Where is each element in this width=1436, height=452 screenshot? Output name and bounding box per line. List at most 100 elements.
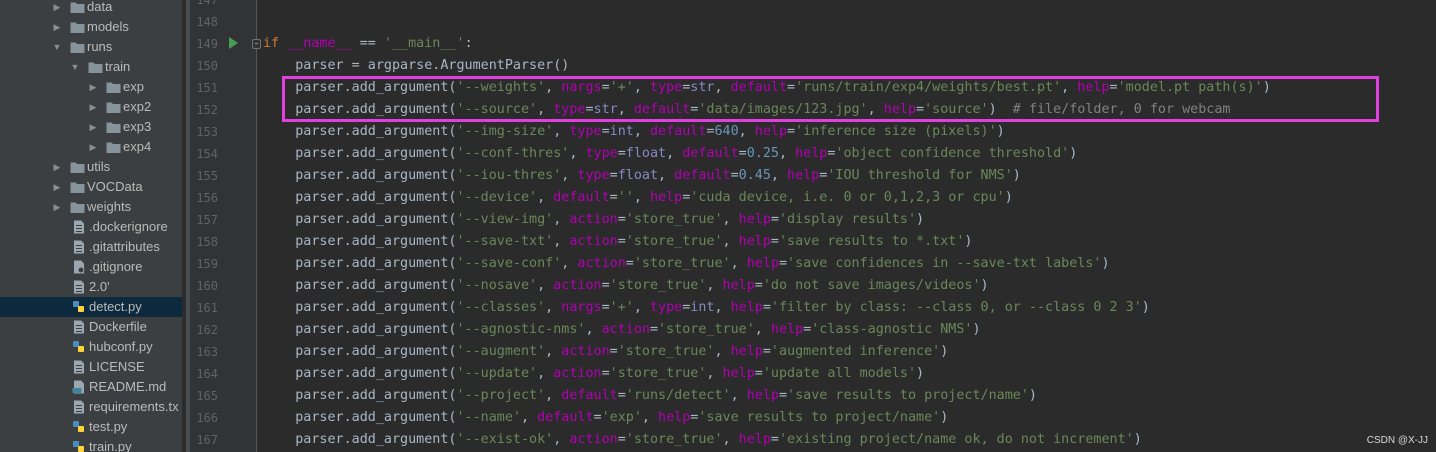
code-line[interactable]: if __name__ == '__main__':: [263, 33, 473, 55]
tree-item[interactable]: requirements.tx: [0, 397, 182, 417]
tree-item[interactable]: test.py: [0, 417, 182, 437]
tree-item-label: exp3: [123, 119, 152, 134]
text-file-icon: [72, 320, 87, 334]
code-line[interactable]: parser.add_argument('--exist-ok', action…: [263, 429, 1142, 451]
code-line[interactable]: parser.add_argument('--device', default=…: [263, 187, 1013, 209]
tree-item-label: utils: [87, 159, 111, 174]
tree-item-label: .gitattributes: [89, 239, 160, 254]
tree-item[interactable]: .gitattributes: [0, 237, 182, 257]
code-line[interactable]: parser.add_argument('--classes', nargs='…: [263, 297, 1150, 319]
tree-item-label: detect.py: [89, 299, 142, 314]
code-line[interactable]: parser.add_argument('--name', default='e…: [263, 407, 948, 429]
code-line[interactable]: parser.add_argument('--nosave', action='…: [263, 275, 988, 297]
chevron-right-icon[interactable]: ▶: [52, 0, 62, 17]
tree-item[interactable]: LICENSE: [0, 357, 182, 377]
line-number: 163: [196, 345, 218, 359]
tree-item[interactable]: Dockerfile: [0, 317, 182, 337]
tree-item-label: Dockerfile: [89, 319, 147, 334]
run-icon[interactable]: [229, 37, 238, 49]
code-line[interactable]: parser.add_argument('--save-conf', actio…: [263, 253, 1109, 275]
python-file-icon: [72, 300, 87, 314]
tree-item-label: test.py: [89, 419, 128, 434]
line-number: 152: [196, 103, 218, 117]
tree-item[interactable]: ▶ data: [0, 0, 182, 17]
tree-item[interactable]: 2.0': [0, 277, 182, 297]
text-file-icon: [72, 360, 87, 374]
tree-item[interactable]: detect.py: [0, 297, 182, 317]
code-line[interactable]: parser.add_argument('--augment', action=…: [263, 341, 948, 363]
code-line[interactable]: parser.add_argument('--view-img', action…: [263, 209, 924, 231]
python-file-icon: [72, 440, 87, 452]
folder-icon: [106, 120, 121, 134]
chevron-right-icon[interactable]: ▶: [52, 177, 62, 197]
tree-item-label: models: [87, 19, 129, 34]
tree-item[interactable]: .dockerignore: [0, 217, 182, 237]
tree-item[interactable]: train.py: [0, 437, 182, 452]
chevron-right-icon[interactable]: ▶: [52, 197, 62, 217]
tree-item[interactable]: hubconf.py: [0, 337, 182, 357]
tree-item-label: weights: [87, 199, 132, 214]
project-tree: ▶ data ▶ models ▼ runs ▼ train ▶ exp ▶ exp2 ▶ exp3 ▶ ex…: [0, 0, 182, 452]
tree-item-label: hubconf.py: [89, 339, 153, 354]
line-number: 149: [196, 37, 218, 51]
tree-item[interactable]: ▶ models: [0, 17, 182, 37]
tree-item-label: README.md: [89, 379, 167, 394]
annotation-highlight-box: [282, 76, 1379, 122]
tree-item-label: exp: [123, 79, 144, 94]
line-number: 154: [196, 147, 218, 161]
code-line[interactable]: parser.add_argument('--update', action='…: [263, 363, 924, 385]
tree-item[interactable]: ▶ exp4: [0, 137, 182, 157]
code-line[interactable]: parser.add_argument('--save-txt', action…: [263, 231, 972, 253]
chevron-right-icon[interactable]: ▶: [88, 77, 98, 97]
code-line[interactable]: parser.add_argument('--conf-thres', type…: [263, 143, 1077, 165]
tree-item-label: .gitignore: [89, 259, 143, 274]
line-number: 159: [196, 257, 218, 271]
code-line[interactable]: parser.add_argument('--project', default…: [263, 385, 1037, 407]
code-line[interactable]: parser = argparse.ArgumentParser(): [263, 55, 569, 77]
tree-item-label: LICENSE: [89, 359, 145, 374]
line-number: 165: [196, 389, 218, 403]
folder-icon: [70, 20, 85, 34]
text-file-icon: [72, 400, 87, 414]
tree-item[interactable]: ▶ exp2: [0, 97, 182, 117]
folder-icon: [106, 80, 121, 94]
chevron-right-icon[interactable]: ▶: [52, 157, 62, 177]
line-number: 158: [196, 235, 218, 249]
gutter-divider: [256, 0, 257, 452]
watermark: CSDN @X-JJ: [1366, 435, 1428, 446]
chevron-right-icon[interactable]: ▶: [88, 137, 98, 157]
line-number: 147: [196, 0, 218, 7]
line-number: 155: [196, 169, 218, 183]
tree-item[interactable]: ▶ weights: [0, 197, 182, 217]
chevron-right-icon[interactable]: ▶: [52, 17, 62, 37]
code-line[interactable]: parser.add_argument('--agnostic-nms', ac…: [263, 319, 980, 341]
folder-icon: [88, 60, 103, 74]
chevron-down-icon[interactable]: ▼: [70, 57, 80, 77]
tree-item[interactable]: ▼ train: [0, 57, 182, 77]
chevron-right-icon[interactable]: ▶: [88, 97, 98, 117]
tree-item[interactable]: ▶ exp: [0, 77, 182, 97]
tree-item-label: exp2: [123, 99, 152, 114]
tree-item[interactable]: ▶ utils: [0, 157, 182, 177]
tree-item[interactable]: .gitignore: [0, 257, 182, 277]
python-file-icon: [72, 420, 87, 434]
folder-icon: [106, 100, 121, 114]
line-number: 157: [196, 213, 218, 227]
code-line[interactable]: parser.add_argument('--img-size', type=i…: [263, 121, 1004, 143]
tree-item[interactable]: ▶ exp3: [0, 117, 182, 137]
chevron-right-icon[interactable]: ▶: [88, 117, 98, 137]
tree-item[interactable]: README.md: [0, 377, 182, 397]
line-number: 156: [196, 191, 218, 205]
folder-icon: [70, 200, 85, 214]
fold-icon[interactable]: [252, 39, 261, 49]
chevron-down-icon[interactable]: ▼: [52, 37, 62, 57]
line-number: 151: [196, 81, 218, 95]
tree-item[interactable]: ▼ runs: [0, 37, 182, 57]
line-number: 161: [196, 301, 218, 315]
line-number: 162: [196, 323, 218, 337]
code-line[interactable]: parser.add_argument('--iou-thres', type=…: [263, 165, 1021, 187]
line-number: 148: [196, 15, 218, 29]
tree-item[interactable]: ▶ VOCData: [0, 177, 182, 197]
text-file-icon: [72, 240, 87, 254]
tree-item-label: 2.0': [89, 279, 110, 294]
